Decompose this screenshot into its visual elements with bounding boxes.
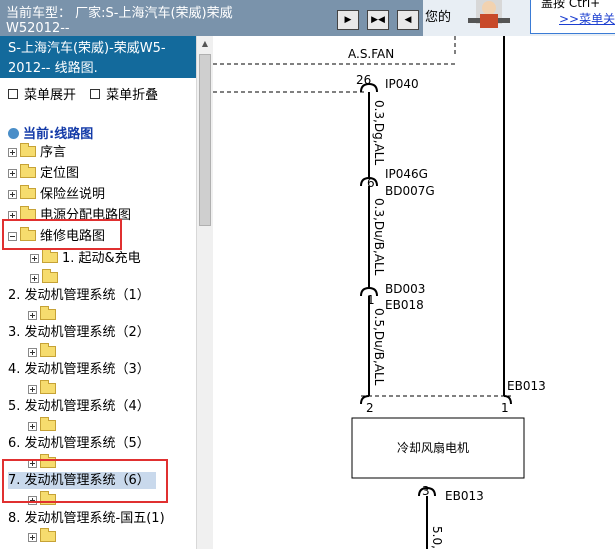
folder-icon (40, 528, 56, 542)
tree-node-label: 3. 发动机管理系统（2） (8, 325, 150, 340)
expand-icon (8, 89, 18, 99)
tree-node-label: 6. 发动机管理系统（5） (8, 436, 150, 451)
highlight-box-maintenance (2, 219, 122, 250)
connector-bd007g-label: BD007G (385, 184, 435, 198)
tree-node[interactable]: 8. 发动机管理系统-国五(1) (8, 510, 165, 527)
highlight-box-engine-6 (2, 459, 168, 503)
tree-node[interactable] (28, 380, 60, 398)
as-fan-label: A.S.FAN (348, 47, 394, 61)
expand-plus-icon[interactable] (8, 190, 17, 199)
expand-all-button[interactable]: 菜单展开 (8, 88, 76, 103)
play-right-icon: ▶ (344, 14, 352, 25)
tree-node-label: 保险丝说明 (40, 187, 106, 202)
sidebar-title-line-2: 2012-- 线路图. (8, 61, 98, 76)
expand-plus-icon[interactable] (28, 385, 37, 394)
folder-icon (20, 143, 36, 157)
expand-plus-icon[interactable] (28, 311, 37, 320)
play-left-icon: ◀ (404, 14, 412, 25)
expand-plus-icon[interactable] (28, 348, 37, 357)
tree-node[interactable] (28, 306, 60, 324)
vehicle-line-1: 当前车型： 厂家:S-上海汽车(荣威)荣威 (6, 6, 233, 21)
folder-icon (40, 306, 56, 320)
tree-node[interactable] (28, 343, 60, 361)
folder-icon (20, 185, 36, 199)
expand-plus-icon[interactable] (8, 169, 17, 178)
folder-icon (40, 380, 56, 394)
expand-plus-icon[interactable] (28, 533, 37, 542)
nav-first-button[interactable]: ▶ (337, 10, 359, 30)
tree-node[interactable]: 1. 起动&充电 (30, 249, 141, 267)
current-location: 当前:线路图 (8, 123, 93, 142)
wire-4-label: 5.0, (430, 526, 444, 549)
expand-all-label: 菜单展开 (24, 88, 77, 103)
vehicle-info: 当前车型： 厂家:S-上海汽车(荣威)荣威 W52012-- (0, 0, 423, 36)
collapse-icon (90, 89, 101, 99)
notice-text: 您的 (425, 10, 452, 25)
connector-ip046g-label: IP046G (385, 167, 428, 181)
expand-plus-icon[interactable] (28, 422, 37, 431)
tree-node[interactable]: 2. 发动机管理系统（1） (8, 287, 150, 304)
connector-eb013-top-label: EB013 (507, 379, 546, 393)
tree-node-label: 4. 发动机管理系统（3） (8, 362, 150, 377)
connector-bd003-label: BD003 (385, 282, 425, 296)
tree-node[interactable]: 5. 发动机管理系统（4） (8, 398, 150, 415)
folder-icon (40, 343, 56, 357)
collapse-all-label: 菜单折叠 (106, 88, 159, 103)
tree-node-label: 5. 发动机管理系统（4） (8, 399, 150, 414)
nav-previous-button[interactable]: ◀ (397, 10, 419, 30)
wiring-diagram: A.S.FAN 26 IP040 0.3,Dg,ALL IP046G 6 BD0… (213, 36, 615, 549)
expand-plus-icon[interactable] (30, 254, 39, 263)
folder-icon (20, 164, 36, 178)
wiring-diagram-svg: A.S.FAN 26 IP040 0.3,Dg,ALL IP046G 6 BD0… (213, 36, 546, 549)
tree-node-label: 定位图 (40, 166, 80, 181)
expand-plus-icon[interactable] (30, 274, 39, 283)
sidebar-title: S-上海汽车(荣威)-荣威W5- 2012-- 线路图. (0, 36, 196, 78)
tree-node[interactable]: 4. 发动机管理系统（3） (8, 361, 150, 378)
globe-icon (8, 128, 19, 139)
tree-node[interactable] (30, 269, 62, 287)
sidebar: S-上海汽车(荣威)-荣威W5- 2012-- 线路图. 菜单展开 菜单折叠 当… (0, 36, 213, 549)
scroll-up-arrow-icon[interactable]: ▲ (197, 36, 213, 52)
pin-1b: 1 (501, 401, 509, 415)
pin-3: 3 (422, 484, 430, 498)
tree-node[interactable]: 6. 发动机管理系统（5） (8, 435, 150, 452)
double-arrow-icon: ▶◀ (371, 14, 385, 25)
tree-node[interactable]: 定位图 (8, 164, 80, 182)
wire-2-label: 0.3,Du/B,ALL (372, 198, 386, 276)
tree-node-label: 2. 发动机管理系统（1） (8, 288, 150, 303)
sidebar-scrollbar[interactable]: ▲ (196, 36, 213, 549)
tree-node-label: 8. 发动机管理系统-国五(1) (8, 511, 165, 526)
scroll-thumb[interactable] (199, 54, 211, 226)
connector-eb018-label: EB018 (385, 298, 424, 312)
folder-icon (42, 269, 58, 283)
top-bar: 当前车型： 厂家:S-上海汽车(荣威)荣威 W52012-- ▶ ▶◀ ◀ 您的… (0, 0, 615, 36)
nav-toggle-button[interactable]: ▶◀ (367, 10, 389, 30)
wire-1-label: 0.3,Dg,ALL (372, 100, 386, 165)
pin-26: 26 (356, 73, 371, 87)
tree-node[interactable]: 3. 发动机管理系统（2） (8, 324, 150, 341)
tree-toolbar: 菜单展开 菜单折叠 (8, 84, 168, 103)
collapse-all-button[interactable]: 菜单折叠 (90, 88, 158, 103)
connector-ip040-label: IP040 (385, 77, 419, 91)
connector-eb013-bottom-label: EB013 (445, 489, 484, 503)
tree-node-label: 序言 (40, 145, 67, 160)
folder-icon (40, 417, 56, 431)
tree-node[interactable]: 保险丝说明 (8, 185, 106, 203)
cooling-fan-motor-label: 冷却风扇电机 (397, 440, 469, 455)
pin-2: 2 (366, 401, 374, 415)
wire-3-label: 0.5,Du/B,ALL (372, 308, 386, 386)
vehicle-line-2: W52012-- (6, 21, 70, 36)
current-label: 当前:线路图 (23, 127, 94, 142)
tree-node-label: 1. 起动&充电 (62, 251, 141, 266)
mascot-icon (468, 0, 510, 28)
hint-box: 盖按 Ctrl+ >>菜单关 (530, 0, 615, 34)
tree-node[interactable] (28, 528, 60, 546)
sidebar-title-line-1: S-上海汽车(荣威)-荣威W5- (8, 41, 166, 56)
tree-node[interactable]: 序言 (8, 143, 67, 161)
tree-node[interactable] (28, 417, 60, 435)
menu-close-link[interactable]: >>菜单关 (559, 10, 615, 27)
folder-icon (42, 249, 58, 263)
expand-plus-icon[interactable] (8, 148, 17, 157)
